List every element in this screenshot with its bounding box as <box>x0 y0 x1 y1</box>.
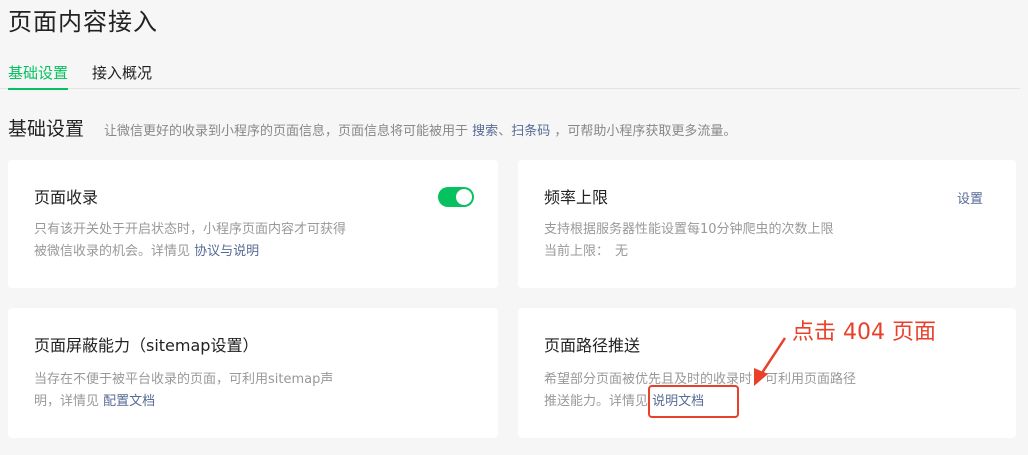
annotation-arrow-icon <box>754 337 787 386</box>
